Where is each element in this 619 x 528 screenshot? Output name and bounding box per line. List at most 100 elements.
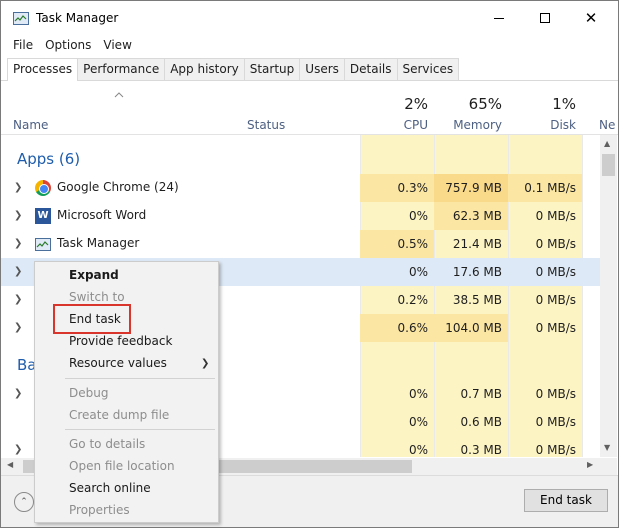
cpu-value: 0.5%	[360, 230, 434, 258]
column-disk[interactable]: 1% Disk	[504, 95, 576, 132]
disk-value: 0.1 MB/s	[508, 174, 582, 202]
tab-services[interactable]: Services	[396, 58, 460, 80]
disk-label: Disk	[550, 118, 576, 132]
process-name: Task Manager	[57, 236, 140, 250]
cpu-value: 0%	[408, 415, 428, 429]
expand-chevron-icon[interactable]: ❯	[14, 238, 22, 249]
fewer-details-button[interactable]: ⌃	[14, 492, 34, 512]
cpu-value: 0%	[408, 209, 428, 223]
tab-app-history[interactable]: App history	[164, 58, 245, 80]
menu-item-search-online[interactable]: Search online	[69, 481, 151, 495]
cpu-percent: 2%	[404, 95, 428, 113]
vertical-scroll-thumb[interactable]	[602, 154, 615, 176]
menu-item-expand[interactable]: Expand	[69, 268, 119, 282]
cpu-value: 0.6%	[360, 314, 434, 342]
cpu-value: 0.2%	[397, 293, 429, 307]
column-network[interactable]: Ne	[599, 118, 615, 132]
disk-value: 0 MB/s	[535, 209, 576, 223]
expand-chevron-icon[interactable]: ❯	[14, 210, 22, 221]
chrome-icon	[35, 180, 51, 196]
end-task-highlight	[53, 304, 131, 334]
memory-value: 38.5 MB	[452, 293, 502, 307]
tab-processes[interactable]: Processes	[7, 58, 79, 81]
task-manager-icon	[13, 12, 29, 25]
task-manager-icon	[35, 238, 51, 251]
memory-value: 0.6 MB	[460, 415, 502, 429]
column-memory[interactable]: 65% Memory	[430, 95, 502, 132]
disk-value: 0 MB/s	[535, 237, 576, 251]
window-title: Task Manager	[36, 11, 119, 25]
menu-item-go-to-details: Go to details	[69, 437, 146, 451]
scroll-left-icon[interactable]: ◀	[7, 460, 13, 469]
tab-startup[interactable]: Startup	[243, 58, 301, 80]
tab-users[interactable]: Users	[299, 58, 345, 80]
menu-separator	[65, 429, 215, 430]
expand-chevron-icon[interactable]: ❯	[14, 388, 22, 399]
disk-value: 0 MB/s	[508, 258, 582, 286]
column-cpu[interactable]: 2% CPU	[356, 95, 428, 132]
maximize-icon	[540, 13, 550, 23]
title-bar: Task Manager ✕	[1, 1, 618, 35]
disk-value: 0 MB/s	[535, 387, 576, 401]
memory-percent: 65%	[468, 95, 502, 113]
menu-item-debug: Debug	[69, 386, 109, 400]
menu-view[interactable]: View	[97, 36, 137, 54]
sort-up-icon[interactable]	[114, 92, 124, 98]
memory-value: 104.0 MB	[434, 314, 508, 342]
memory-label: Memory	[453, 118, 502, 132]
expand-chevron-icon[interactable]: ❯	[14, 294, 22, 305]
tab-performance[interactable]: Performance	[77, 58, 166, 80]
disk-value: 0 MB/s	[535, 321, 576, 335]
end-task-button[interactable]: End task	[524, 489, 608, 512]
menu-file[interactable]: File	[7, 36, 39, 54]
menu-bar: File Options View	[7, 36, 138, 54]
vertical-scrollbar[interactable]: ▲ ▼	[600, 135, 617, 457]
context-menu: Expand Switch to End task Provide feedba…	[34, 261, 219, 523]
expand-chevron-icon[interactable]: ❯	[14, 322, 22, 333]
process-name: Google Chrome (24)	[57, 180, 179, 194]
memory-value: 757.9 MB	[434, 174, 508, 202]
menu-item-switch-to: Switch to	[69, 290, 125, 304]
chevron-up-icon: ⌃	[20, 497, 28, 507]
minimize-icon	[494, 17, 504, 19]
word-icon: W	[35, 208, 51, 224]
cpu-value: 0%	[408, 443, 428, 457]
cpu-label: CPU	[403, 118, 428, 132]
scroll-up-icon[interactable]: ▲	[604, 139, 610, 148]
disk-value: 0 MB/s	[535, 443, 576, 457]
disk-value: 0 MB/s	[535, 293, 576, 307]
process-name: Microsoft Word	[57, 208, 147, 222]
expand-chevron-icon[interactable]: ❯	[14, 266, 22, 277]
disk-value: 0 MB/s	[535, 415, 576, 429]
group-header-apps: Apps (6)	[17, 150, 81, 168]
process-row[interactable]: ❯ W Microsoft Word 0% 62.3 MB 0 MB/s	[1, 202, 600, 230]
menu-item-provide-feedback[interactable]: Provide feedback	[69, 334, 172, 348]
cpu-value: 0.3%	[360, 174, 434, 202]
process-row[interactable]: ❯ Task Manager 0.5% 21.4 MB 0 MB/s	[1, 230, 600, 258]
memory-value: 21.4 MB	[452, 237, 502, 251]
column-name[interactable]: Name	[13, 118, 48, 132]
menu-item-open-file-location: Open file location	[69, 459, 175, 473]
disk-percent: 1%	[552, 95, 576, 113]
memory-value: 17.6 MB	[434, 258, 508, 286]
cpu-value: 0%	[360, 258, 434, 286]
maximize-button[interactable]	[522, 1, 568, 35]
scroll-right-icon[interactable]: ▶	[587, 460, 593, 469]
menu-item-resource-values[interactable]: Resource values	[69, 356, 167, 370]
scroll-down-icon[interactable]: ▼	[604, 443, 610, 452]
expand-chevron-icon[interactable]: ❯	[14, 182, 22, 193]
tab-details[interactable]: Details	[343, 58, 398, 80]
menu-options[interactable]: Options	[39, 36, 97, 54]
tab-strip: Processes Performance App history Startu…	[7, 58, 460, 81]
scrollbar-corner	[600, 458, 617, 475]
expand-chevron-icon[interactable]: ❯	[14, 444, 22, 455]
menu-item-properties: Properties	[69, 503, 130, 517]
process-row[interactable]: ❯ Google Chrome (24) 0.3% 757.9 MB 0.1 M…	[1, 174, 600, 202]
cpu-value: 0%	[408, 387, 428, 401]
close-icon: ✕	[584, 8, 598, 27]
close-button[interactable]: ✕	[568, 1, 614, 35]
column-status[interactable]: Status	[247, 118, 285, 132]
menu-separator	[65, 378, 215, 379]
minimize-button[interactable]	[476, 1, 522, 35]
submenu-arrow-icon: ❯	[201, 358, 210, 369]
